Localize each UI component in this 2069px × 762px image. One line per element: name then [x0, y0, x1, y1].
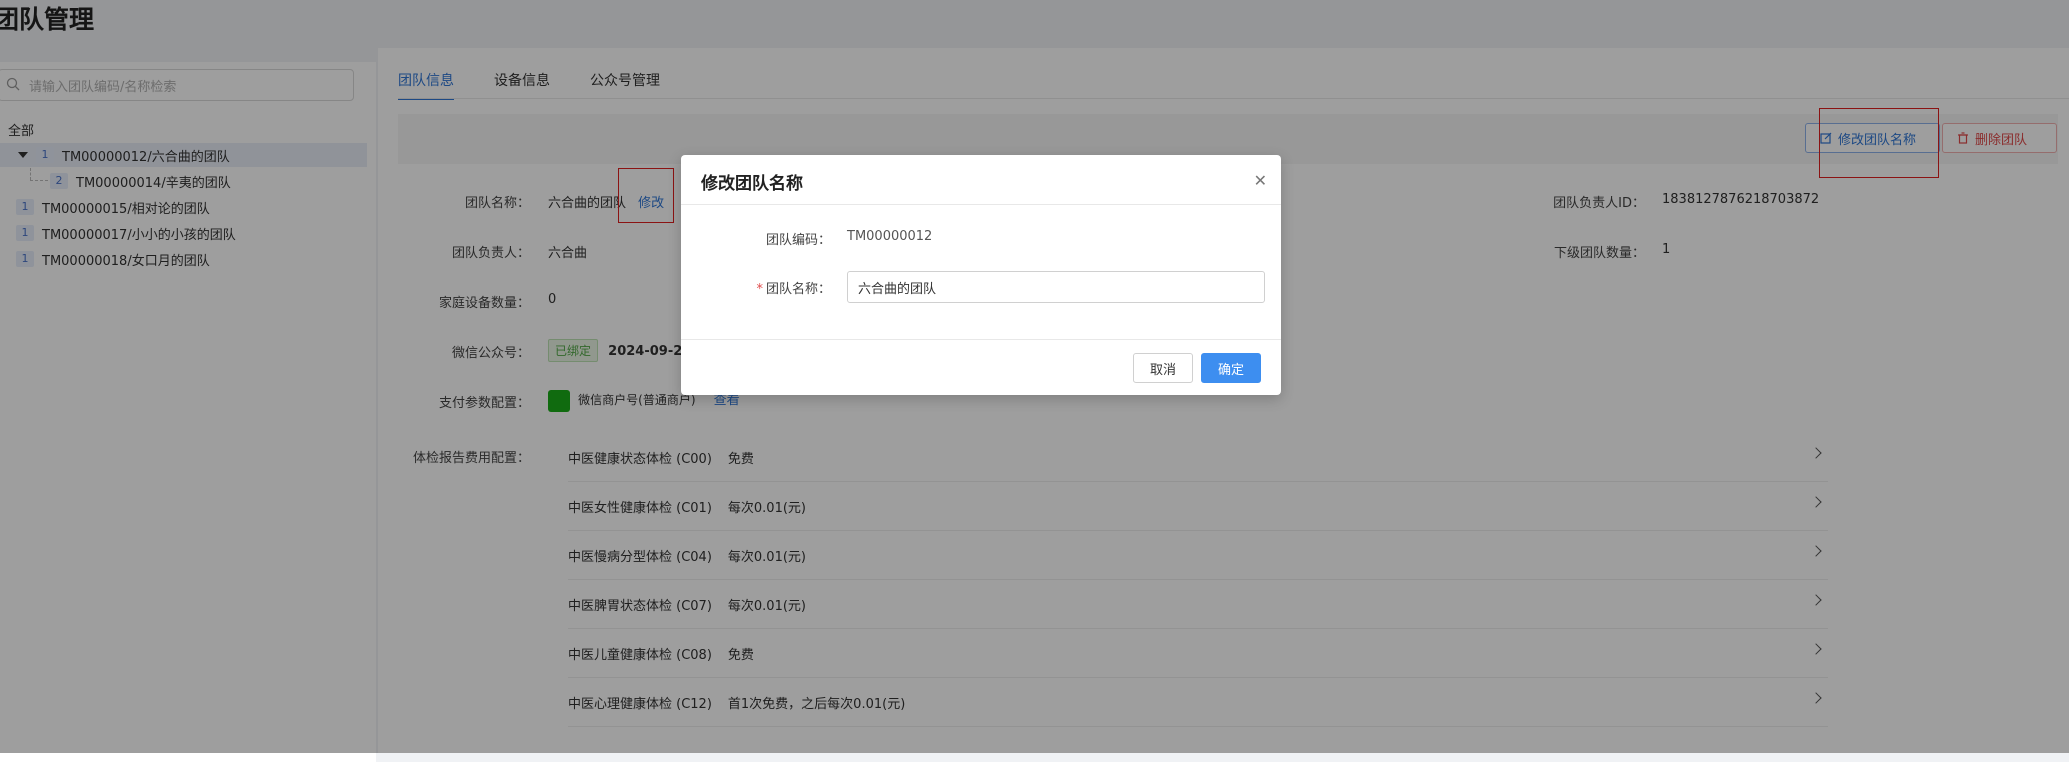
modal-divider	[681, 204, 1281, 205]
required-mark: *	[756, 282, 763, 297]
confirm-button[interactable]: 确定	[1201, 353, 1261, 383]
close-icon[interactable]: ✕	[1254, 171, 1267, 190]
modal-title: 修改团队名称	[701, 174, 803, 194]
team-code-value: TM00000012	[847, 229, 933, 244]
cancel-button[interactable]: 取消	[1133, 353, 1193, 383]
team-code-label: 团队编码：	[765, 233, 831, 248]
team-name-field-label: * 团队名称：	[681, 278, 831, 297]
team-management-page: 团队管理 请输入团队编码/名称检索 全部 1 TM00000012/六合曲的团队…	[0, 0, 2069, 762]
team-name-input[interactable]	[847, 271, 1265, 303]
edit-team-name-modal: 修改团队名称 ✕ 团队编码： TM00000012 *团队名称： 取消 确定	[681, 155, 1281, 395]
modal-divider	[681, 339, 1281, 340]
team-name-field-label-text: 团队名称：	[765, 282, 831, 297]
